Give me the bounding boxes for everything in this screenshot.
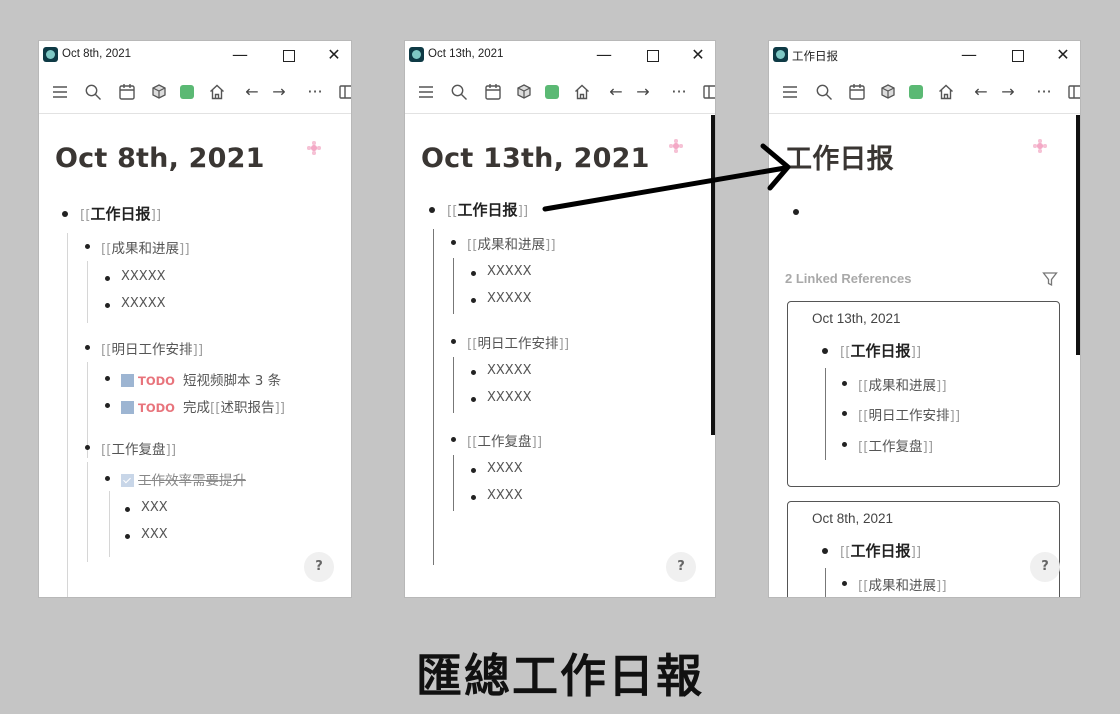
caption: 匯總工作日報 xyxy=(416,649,704,703)
arrow-annotation xyxy=(542,143,791,212)
